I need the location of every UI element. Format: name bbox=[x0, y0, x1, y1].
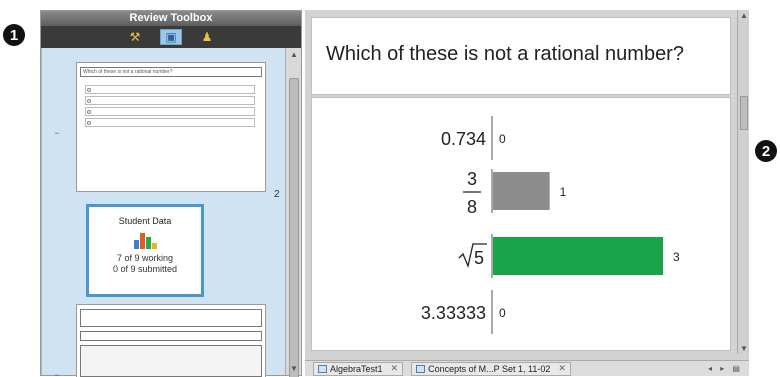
student-data-title: Student Data bbox=[118, 216, 172, 226]
results-chart: 0.734 0 3 8 1 5 3 3.33333 0 bbox=[311, 97, 731, 351]
document-icon bbox=[416, 364, 426, 373]
bar[interactable] bbox=[493, 237, 663, 275]
tools-icon[interactable]: ⚒ bbox=[124, 29, 146, 45]
page-thumbnail-question[interactable]: Which of these is not a rational number? bbox=[76, 62, 266, 192]
thumbnail-option bbox=[85, 85, 255, 94]
thumbnail-option bbox=[85, 107, 255, 116]
thumbnail-option bbox=[85, 118, 255, 127]
svg-text:8: 8 bbox=[467, 197, 477, 217]
document-scrollbar[interactable]: ▲ ▼ bbox=[737, 10, 749, 354]
scroll-down-icon[interactable]: ▼ bbox=[740, 344, 748, 353]
close-icon[interactable]: ✕ bbox=[558, 363, 566, 374]
question-text: Which of these is not a rational number? bbox=[326, 43, 684, 65]
document-tabbar: AlgebraTest1 ✕ Concepts of M...P Set 1, … bbox=[305, 360, 749, 376]
toolbox-tabs: ⚒ ▣ ♟ bbox=[41, 26, 301, 48]
scroll-up-icon[interactable]: ▲ bbox=[740, 11, 748, 20]
callout-2: 2 bbox=[755, 140, 777, 162]
scrollbar-thumb[interactable] bbox=[740, 96, 748, 130]
class-icon[interactable]: ♟ bbox=[196, 29, 218, 45]
value-label: 0 bbox=[499, 132, 506, 146]
document-view: Which of these is not a rational number?… bbox=[305, 10, 749, 376]
svg-text:5: 5 bbox=[474, 248, 484, 268]
thumbnail-table bbox=[80, 345, 262, 377]
scrollbar-thumb[interactable] bbox=[289, 78, 299, 377]
students-submitted: 0 of 9 submitted bbox=[112, 264, 178, 274]
page-thumbnail[interactable] bbox=[76, 304, 266, 377]
bar-chart: 0.734 03815 33.33333 0 bbox=[421, 116, 680, 334]
collapse-icon[interactable]: − bbox=[48, 370, 66, 377]
students-working: 7 of 9 working bbox=[116, 253, 174, 263]
student-data-card[interactable]: Student Data 7 of 9 working 0 of 9 submi… bbox=[86, 204, 204, 297]
review-icon[interactable]: ▣ bbox=[160, 29, 182, 45]
page-sorter: − Which of these is not a rational numbe… bbox=[41, 48, 285, 377]
toolbox-scrollbar[interactable]: ▲ ▼ bbox=[285, 48, 301, 377]
bar-chart-icon bbox=[134, 231, 157, 249]
category-label: 3.33333 bbox=[421, 303, 486, 323]
scroll-down-icon[interactable]: ▼ bbox=[290, 364, 298, 373]
scroll-up-icon[interactable]: ▲ bbox=[290, 50, 298, 59]
value-label: 0 bbox=[499, 306, 506, 320]
category-label: 5 bbox=[458, 243, 487, 269]
toolbox-title: Review Toolbox bbox=[41, 11, 301, 26]
category-label: 0.734 bbox=[441, 129, 486, 149]
thumbnail-row bbox=[80, 309, 262, 327]
tab-concepts[interactable]: Concepts of M...P Set 1, 11-02 ✕ bbox=[411, 361, 571, 376]
value-label: 3 bbox=[673, 250, 680, 264]
page-number: 2 bbox=[274, 189, 280, 200]
tab-algebratest1[interactable]: AlgebraTest1 ✕ bbox=[313, 361, 404, 376]
document-icon bbox=[318, 364, 327, 373]
category-label: 38 bbox=[463, 169, 481, 217]
thumbnail-row bbox=[80, 331, 262, 341]
tab-label: AlgebraTest1 bbox=[330, 363, 383, 374]
thumbnail-option bbox=[85, 96, 255, 105]
close-icon[interactable]: ✕ bbox=[391, 363, 399, 374]
tab-navigation-icon[interactable]: ◂ ▸ ▤ bbox=[708, 364, 743, 373]
review-toolbox: Review Toolbox ⚒ ▣ ♟ − Which of these is… bbox=[40, 10, 302, 377]
svg-text:3: 3 bbox=[467, 169, 477, 189]
tab-label: Concepts of M...P Set 1, 11-02 bbox=[428, 363, 551, 374]
value-label: 1 bbox=[560, 185, 567, 199]
thumbnail-question-text: Which of these is not a rational number? bbox=[80, 67, 262, 77]
question-box: Which of these is not a rational number? bbox=[311, 17, 731, 95]
collapse-icon[interactable]: − bbox=[48, 128, 66, 138]
callout-1: 1 bbox=[3, 24, 25, 46]
bar[interactable] bbox=[493, 172, 550, 210]
